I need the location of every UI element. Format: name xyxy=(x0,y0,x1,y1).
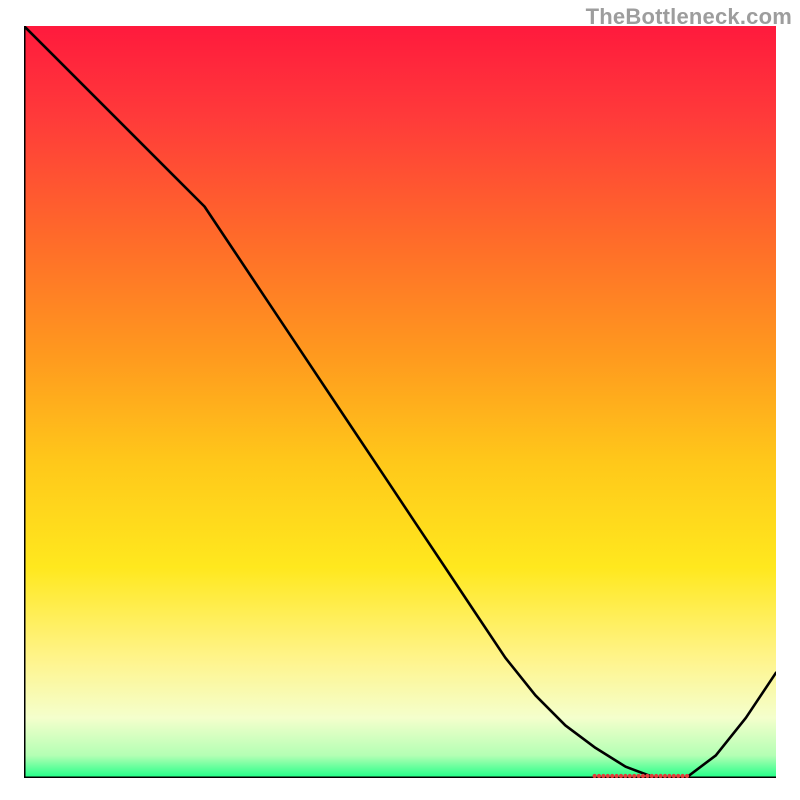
chart-svg xyxy=(24,26,776,778)
bottleneck-chart xyxy=(24,26,776,778)
